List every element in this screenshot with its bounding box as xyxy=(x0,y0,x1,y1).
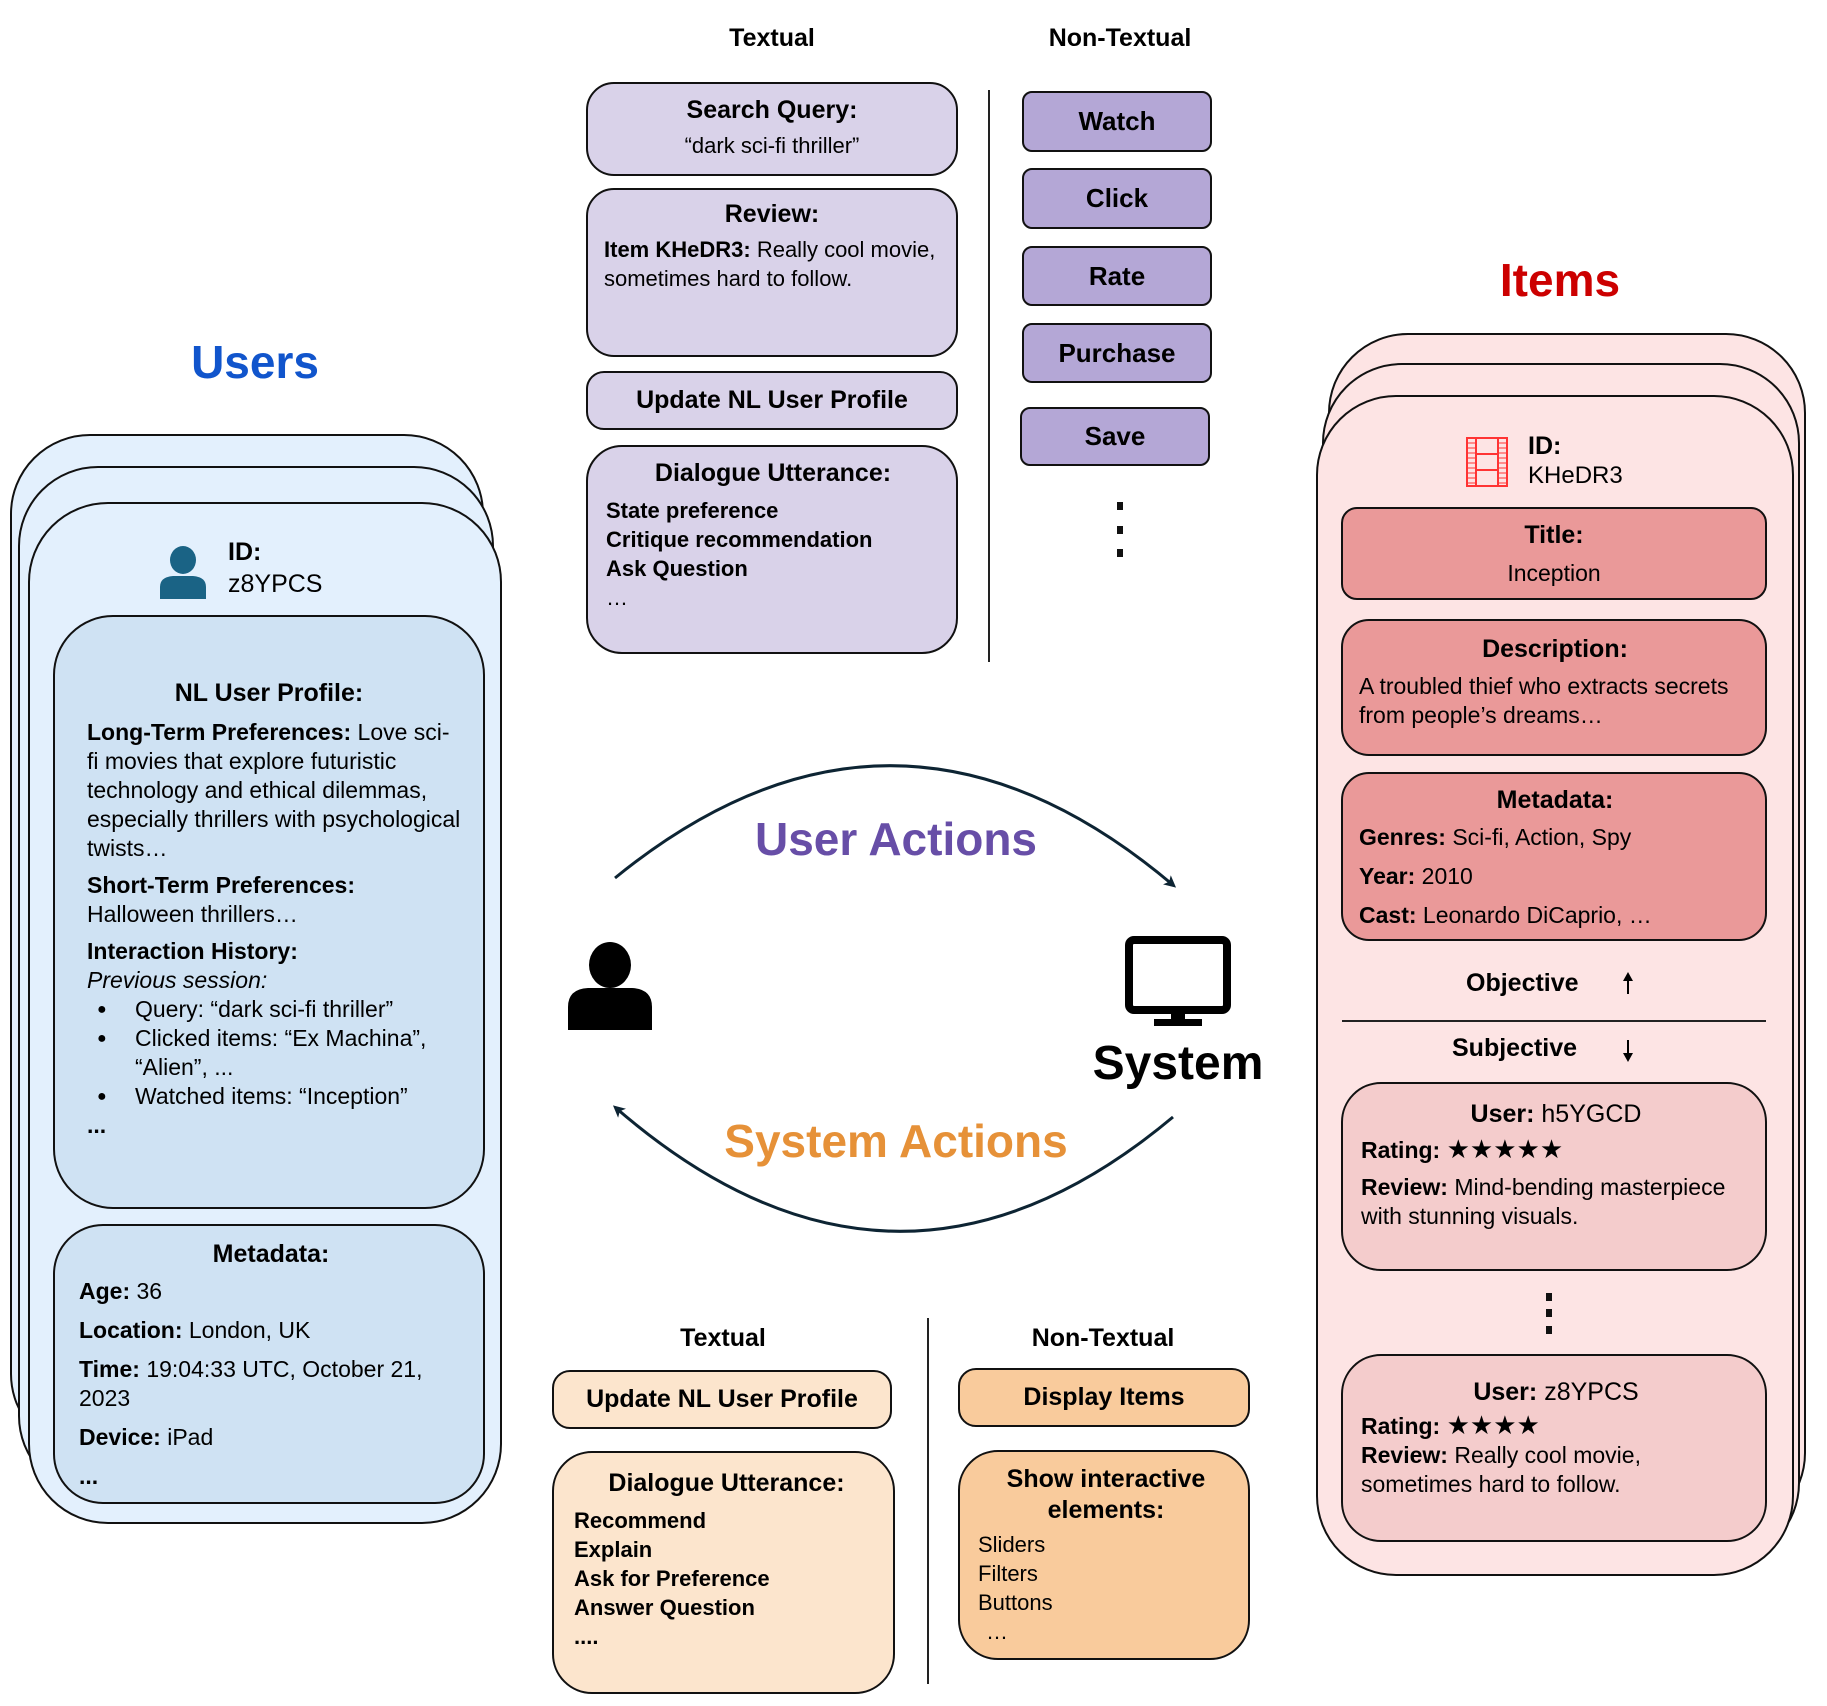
rating-label: Rating: xyxy=(1361,1137,1441,1163)
interactive-heading: Show interactive elements: xyxy=(1006,1465,1206,1524)
system-dialogue-item: Ask for Preference xyxy=(574,1566,770,1591)
review-text: Review: Mind-bending masterpiece with st… xyxy=(1361,1173,1751,1231)
item-review-card: User: h5YGCD Rating: ★★★★★ Review: Mind-… xyxy=(1341,1082,1767,1271)
objective-subjective-divider xyxy=(1342,1020,1766,1022)
rating-label: Rating: xyxy=(1361,1413,1441,1439)
meta-label: Cast: xyxy=(1359,902,1417,928)
meta-value: Sci-fi, Action, Spy xyxy=(1452,824,1632,850)
review-rating: Rating: ★★★★★ xyxy=(1361,1135,1751,1165)
star-rating-icon: ★★★★ xyxy=(1446,1410,1540,1440)
system-dialogue-item: .... xyxy=(574,1624,599,1649)
meta-value: Leonardo DiCaprio, … xyxy=(1422,902,1652,928)
review-rating: Rating: ★★★★ xyxy=(1361,1411,1751,1441)
review-label: Review: xyxy=(1361,1442,1448,1468)
meta-value: 2010 xyxy=(1421,863,1473,889)
system-dialogue-heading: Dialogue Utterance: xyxy=(608,1469,845,1497)
item-review-card: User: z8YPCS Rating: ★★★★ Review: Really… xyxy=(1341,1354,1767,1542)
items-title: Items xyxy=(1499,254,1621,306)
item-title-value: Inception xyxy=(1507,560,1601,586)
star-rating-icon: ★★★★★ xyxy=(1446,1134,1564,1164)
review-user-id: h5YGCD xyxy=(1541,1100,1642,1128)
item-description-box: Description: A troubled thief who extrac… xyxy=(1341,619,1767,756)
system-actions-textual-header: Textual xyxy=(680,1324,766,1352)
arrow-up-icon xyxy=(1623,972,1633,994)
meta-label: Genres: xyxy=(1359,824,1446,850)
item-meta-year: Year: 2010 xyxy=(1359,862,1751,891)
item-id-label: ID: xyxy=(1528,432,1562,460)
interactive-item: Buttons xyxy=(978,1590,1053,1615)
interactive-item: … xyxy=(986,1619,1008,1644)
item-title-box: Title: Inception xyxy=(1341,507,1767,600)
review-text: Review: Really cool movie, sometimes har… xyxy=(1361,1441,1751,1499)
interactive-item: Filters xyxy=(978,1561,1038,1586)
item-title-heading: Title: xyxy=(1524,521,1584,549)
user-actions-title: User Actions xyxy=(754,813,1038,865)
system-update-profile-label: Update NL User Profile xyxy=(586,1385,858,1413)
item-metadata-box: Metadata: Genres: Sci-fi, Action, Spy Ye… xyxy=(1341,772,1767,941)
review-user-id: z8YPCS xyxy=(1544,1378,1639,1406)
item-description-value: A troubled thief who extracts secrets fr… xyxy=(1359,673,1729,728)
system-label: System xyxy=(1092,1037,1264,1090)
arrow-down-icon xyxy=(1623,1040,1633,1062)
meta-label: Year: xyxy=(1359,863,1416,889)
system-dialogue-item: Explain xyxy=(574,1537,653,1562)
system-dialogue-item: Answer Question xyxy=(574,1595,755,1620)
review-user: User: h5YGCD xyxy=(1361,1100,1751,1129)
objective-label: Objective xyxy=(1466,969,1579,997)
system-update-profile-box: Update NL User Profile xyxy=(552,1370,892,1429)
item-meta-genres: Genres: Sci-fi, Action, Spy xyxy=(1359,823,1751,852)
system-dialogue-item: Recommend xyxy=(574,1508,707,1533)
review-user-label: User: xyxy=(1473,1378,1538,1406)
display-items-box: Display Items xyxy=(958,1368,1250,1427)
monitor-icon xyxy=(1125,936,1231,1026)
person-icon xyxy=(568,942,652,1030)
item-metadata-heading: Metadata: xyxy=(1496,786,1614,814)
item-meta-cast: Cast: Leonardo DiCaprio, … xyxy=(1359,901,1751,930)
ellipsis-dot xyxy=(1546,1293,1552,1301)
film-icon xyxy=(1466,437,1508,487)
interactive-item: Sliders xyxy=(978,1532,1046,1557)
item-id-value: KHeDR3 xyxy=(1528,462,1623,489)
system-dialogue-box: Dialogue Utterance: Recommend Explain As… xyxy=(552,1451,895,1694)
item-description-heading: Description: xyxy=(1482,635,1628,663)
review-user-label: User: xyxy=(1470,1100,1535,1128)
review-user: User: z8YPCS xyxy=(1361,1378,1751,1407)
review-label: Review: xyxy=(1361,1174,1448,1200)
system-actions-divider xyxy=(927,1318,929,1684)
display-items-label: Display Items xyxy=(1023,1383,1185,1411)
ellipsis-dot xyxy=(1546,1309,1552,1317)
ellipsis-dot xyxy=(1546,1326,1552,1334)
system-actions-title: System Actions xyxy=(724,1115,1068,1167)
interactive-elements-box: Show interactive elements: Sliders Filte… xyxy=(958,1450,1250,1660)
system-actions-non-textual-header: Non-Textual xyxy=(1031,1324,1175,1352)
subjective-label: Subjective xyxy=(1452,1034,1578,1062)
